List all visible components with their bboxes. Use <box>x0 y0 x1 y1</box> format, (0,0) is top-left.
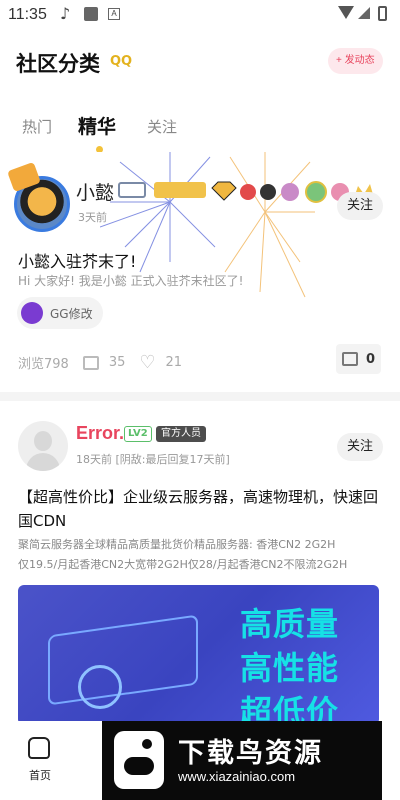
a-badge-icon: A <box>108 8 120 20</box>
author-name[interactable]: 小懿 <box>76 178 114 205</box>
follow-button[interactable]: 关注 <box>337 433 383 461</box>
status-bar: 11:35 ♪ A <box>0 0 400 32</box>
nav-home-label[interactable]: 首页 <box>29 767 51 783</box>
post-card[interactable]: 小懿 3天前 关注 小懿入驻芥末了! Hi 大家好! 我是小懿 正式入驻芥末社区… <box>0 152 400 392</box>
banner-text: 高性能 <box>240 649 340 687</box>
post-excerpt: Hi 大家好! 我是小懿 正式入驻芥末社区了! <box>18 274 244 288</box>
tab-hot[interactable]: 热门 <box>22 116 52 137</box>
home-icon[interactable] <box>28 737 50 759</box>
music-note-icon: ♪ <box>60 4 71 23</box>
image-count: 0 <box>366 351 376 367</box>
avatar-head <box>34 431 52 451</box>
post-title[interactable]: 小懿入驻芥末了! <box>18 248 136 272</box>
banner-graphic <box>78 665 122 709</box>
battery-icon <box>378 6 387 21</box>
image-count-button[interactable]: 0 <box>336 344 382 374</box>
post-image[interactable]: 高质量 高性能 超低价 <box>18 585 379 721</box>
watermark-title: 下载鸟资源 <box>178 738 323 769</box>
watermark-banner: 下载鸟资源 www.xiazainiao.com <box>102 721 382 800</box>
comment-icon[interactable] <box>82 355 99 370</box>
view-count: 浏览798 <box>18 357 69 372</box>
status-time: 11:35 <box>8 6 47 23</box>
post-excerpt-line: 聚简云服务器全球精品高质量批货价精品服务器: 香港CN2 2G2H <box>18 538 336 551</box>
banner-text: 超低价 <box>240 693 340 721</box>
post-excerpt-line: 仅19.5/月起香港CN2大宽带2G2H仅28/月起香港CN2不限流2G2H <box>18 558 348 571</box>
post-time: 3天前 <box>78 211 107 224</box>
heart-icon[interactable]: ♡ <box>139 352 155 373</box>
avatar[interactable] <box>18 421 68 471</box>
like-count: 21 <box>165 355 183 370</box>
app-square-icon <box>84 7 98 21</box>
banner-text: 高质量 <box>240 605 340 643</box>
follow-button[interactable]: 关注 <box>337 192 383 220</box>
author-name[interactable]: Error. <box>76 423 124 444</box>
post-stats: 浏览798 35 ♡ 21 <box>18 352 182 373</box>
topic-chip[interactable]: GG修改 <box>17 297 103 329</box>
tab-best[interactable]: 精华 <box>78 112 116 139</box>
topic-label: GG修改 <box>50 306 93 321</box>
watermark-url: www.xiazainiao.com <box>178 769 296 784</box>
comment-count: 35 <box>108 355 126 370</box>
banner-graphic <box>48 614 198 706</box>
level-badge <box>118 182 146 198</box>
wifi-icon <box>338 6 354 19</box>
post-card[interactable]: Error. LV2 官方人员 18天前 [阴敌:最后回复17天前] 关注 【超… <box>0 401 400 721</box>
image-icon <box>342 352 358 366</box>
tab-follow[interactable]: 关注 <box>147 116 177 137</box>
page-title: 社区分类 <box>16 52 100 76</box>
header: 社区分类 QQ + 发动态 热门 精华 关注 <box>0 32 400 153</box>
post-excerpt: 聚简云服务器全球精品高质量批货价精品服务器: 香港CN2 2G2H 仅19.5/… <box>18 535 384 575</box>
post-title[interactable]: 【超高性价比】企业级云服务器，高速物理机，快速回国CDN <box>18 485 388 533</box>
topic-icon <box>21 302 43 324</box>
level-badge: LV2 <box>124 426 152 442</box>
post-time: 18天前 [阴敌:最后回复17天前] <box>76 453 230 466</box>
role-badge: 官方人员 <box>156 426 206 442</box>
watermark-logo-dot <box>142 739 152 749</box>
title-decoration: QQ <box>110 54 133 69</box>
avatar-body <box>26 453 60 471</box>
signal-icon <box>358 7 370 19</box>
post-button[interactable]: + 发动态 <box>328 48 383 74</box>
watermark-logo-bar <box>124 757 154 775</box>
watermark-logo <box>114 731 164 789</box>
